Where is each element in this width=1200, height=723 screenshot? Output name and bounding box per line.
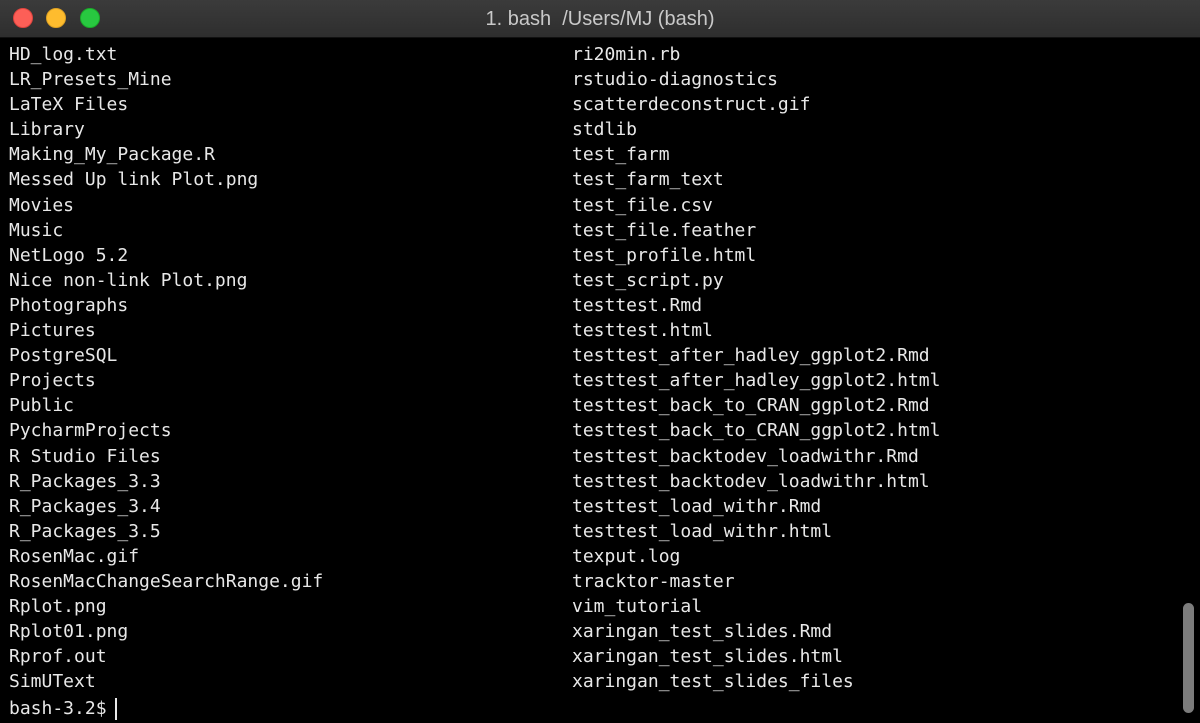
file-entry: xaringan_test_slides.Rmd xyxy=(572,621,833,643)
file-entry: test_file.csv xyxy=(572,194,713,216)
file-entry: testtest.html xyxy=(572,320,713,342)
file-entry: Public xyxy=(9,395,75,417)
file-entry: testtest_after_hadley_ggplot2.Rmd xyxy=(572,345,930,367)
file-entry: R Studio Files xyxy=(9,445,161,467)
file-entry: scatterdeconstruct.gif xyxy=(572,94,811,116)
file-entry: Photographs xyxy=(9,294,129,316)
file-entry: texput.log xyxy=(572,545,681,567)
file-entry: stdlib xyxy=(572,119,638,141)
file-entry: Making_My_Package.R xyxy=(9,144,215,166)
file-entry: HD_log.txt xyxy=(9,44,118,65)
file-entry: testtest_back_to_CRAN_ggplot2.html xyxy=(572,420,941,442)
file-entry: tracktor-master xyxy=(572,570,735,592)
file-entry: test_farm xyxy=(572,144,670,166)
file-entry: testtest_backtodev_loadwithr.Rmd xyxy=(572,445,919,467)
prompt-line[interactable]: bash-3.2$ xyxy=(9,696,117,721)
file-entry: R_Packages_3.5 xyxy=(9,520,161,542)
file-entry: LaTeX Files xyxy=(9,94,129,116)
window-title: 1. bash /Users/MJ (bash) xyxy=(485,8,715,30)
listing-left-column: HD_log.txt LR_Presets_Mine LaTeX Files Libr… xyxy=(9,42,323,694)
text-cursor xyxy=(114,698,117,720)
file-entry: test_file.feather xyxy=(572,219,757,241)
file-entry: Movies xyxy=(9,194,75,216)
file-entry: R_Packages_3.4 xyxy=(9,495,161,517)
file-entry: testtest_load_withr.html xyxy=(572,520,833,542)
file-entry: Rprof.out xyxy=(9,646,107,668)
file-entry: PycharmProjects xyxy=(9,420,172,442)
file-entry: vim_tutorial xyxy=(572,596,703,618)
file-entry: R_Packages_3.3 xyxy=(9,470,161,492)
file-entry: testtest_after_hadley_ggplot2.html xyxy=(572,370,941,392)
file-entry: Projects xyxy=(9,370,96,392)
listing-right-column: ri20min.rb rstudio-diagnostics scatterdeco… xyxy=(572,42,940,694)
file-entry: Rplot01.png xyxy=(9,621,129,643)
terminal-window: 1. bash /Users/MJ (bash) HD_log.txt LR_Pr… xyxy=(0,0,1200,723)
file-entry: LR_Presets_Mine xyxy=(9,69,172,91)
prompt-text: bash-3.2$ xyxy=(9,698,107,719)
file-entry: testtest_back_to_CRAN_ggplot2.Rmd xyxy=(572,395,930,417)
file-entry: xaringan_test_slides_files xyxy=(572,671,854,693)
file-entry: xaringan_test_slides.html xyxy=(572,646,843,668)
title-bar[interactable]: 1. bash /Users/MJ (bash) xyxy=(0,0,1200,38)
file-entry: Messed Up link Plot.png xyxy=(9,169,259,191)
file-entry: testtest.Rmd xyxy=(572,294,703,316)
file-entry: RosenMacChangeSearchRange.gif xyxy=(9,570,324,592)
file-entry: SimUText xyxy=(9,671,96,693)
file-entry: testtest_backtodev_loadwithr.html xyxy=(572,470,930,492)
scrollbar-thumb[interactable] xyxy=(1183,603,1194,713)
file-entry: NetLogo 5.2 xyxy=(9,244,129,266)
file-entry: rstudio-diagnostics xyxy=(572,69,778,91)
file-entry: RosenMac.gif xyxy=(9,545,140,567)
file-entry: test_profile.html xyxy=(572,244,757,266)
file-entry: Pictures xyxy=(9,320,96,342)
file-entry: PostgreSQL xyxy=(9,345,118,367)
file-entry: Library xyxy=(9,119,85,141)
file-entry: Music xyxy=(9,219,64,241)
file-entry: ri20min.rb xyxy=(572,44,681,65)
file-entry: test_script.py xyxy=(572,269,724,291)
file-entry: Nice non-link Plot.png xyxy=(9,269,248,291)
terminal-output[interactable]: HD_log.txt LR_Presets_Mine LaTeX Files Libr… xyxy=(0,38,1200,723)
file-entry: testtest_load_withr.Rmd xyxy=(572,495,822,517)
file-entry: test_farm_text xyxy=(572,169,724,191)
file-entry: Rplot.png xyxy=(9,596,107,618)
